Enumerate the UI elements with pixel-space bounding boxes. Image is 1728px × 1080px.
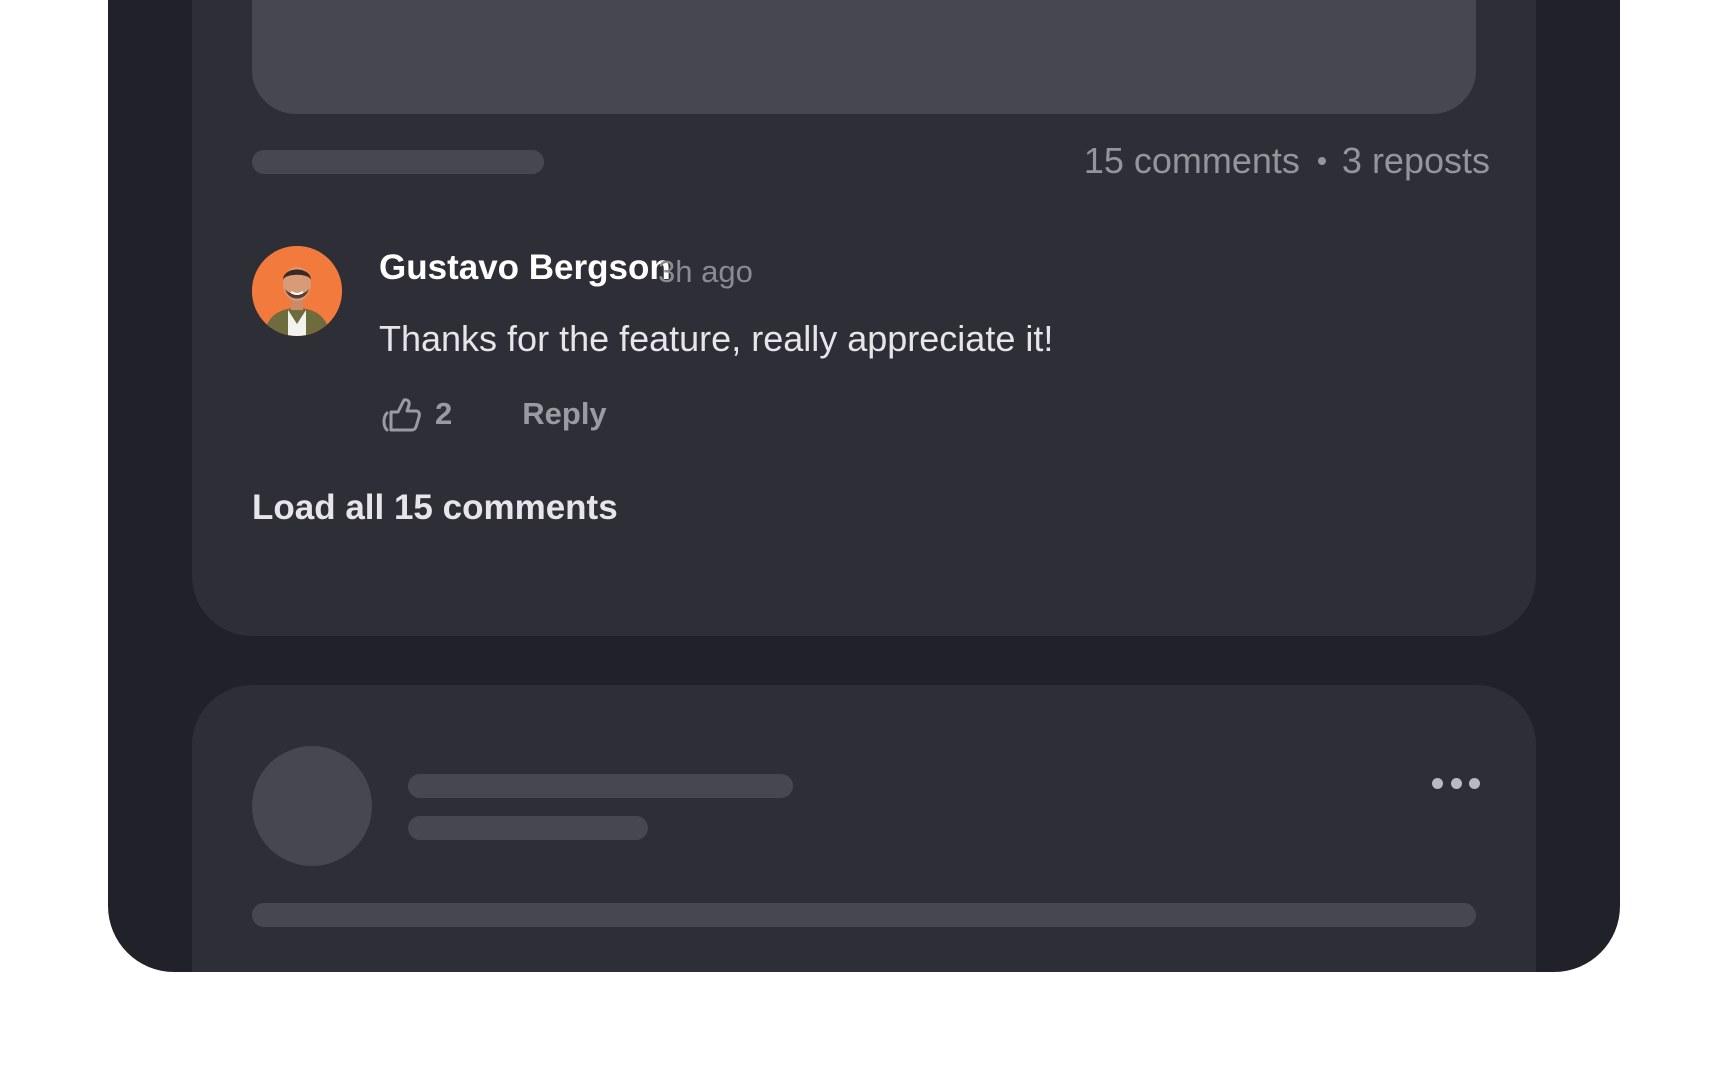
thumbs-up-icon [382, 398, 421, 432]
avatar-image [252, 246, 342, 336]
reply-button[interactable]: Reply [522, 396, 606, 432]
comment-author[interactable]: Gustavo Bergson [379, 248, 671, 288]
more-horizontal-icon [1450, 777, 1462, 789]
more-horizontal-icon [1469, 777, 1480, 789]
comment-time: 3h ago [658, 254, 753, 289]
more-options-button[interactable] [1432, 771, 1480, 795]
avatar-placeholder [252, 746, 372, 866]
avatar[interactable] [252, 246, 342, 336]
comment: Gustavo Bergson 3h ago Thanks for the fe… [252, 246, 1472, 446]
like-button[interactable]: 2 [379, 392, 452, 436]
post-card: 15 comments 3 reposts Gustavo Bergson 3h… [192, 0, 1536, 636]
post-card-skeleton [192, 685, 1536, 972]
post-stats: 15 comments 3 reposts [1084, 138, 1490, 184]
reposts-count[interactable]: 3 reposts [1342, 140, 1490, 182]
post-media-placeholder [252, 0, 1476, 114]
subtitle-placeholder [408, 816, 648, 840]
more-horizontal-icon [1432, 777, 1443, 789]
like-count: 2 [435, 396, 453, 431]
comment-actions: 2 Reply [379, 392, 607, 436]
app-frame: 15 comments 3 reposts Gustavo Bergson 3h… [108, 0, 1620, 972]
separator-dot [1317, 157, 1326, 165]
load-all-comments-button[interactable]: Load all 15 comments [252, 488, 618, 528]
title-placeholder [408, 774, 793, 798]
comments-count[interactable]: 15 comments [1084, 140, 1300, 182]
comment-text: Thanks for the feature, really appreciat… [379, 318, 1054, 359]
content-placeholder [252, 903, 1476, 927]
reactions-placeholder [252, 150, 544, 174]
